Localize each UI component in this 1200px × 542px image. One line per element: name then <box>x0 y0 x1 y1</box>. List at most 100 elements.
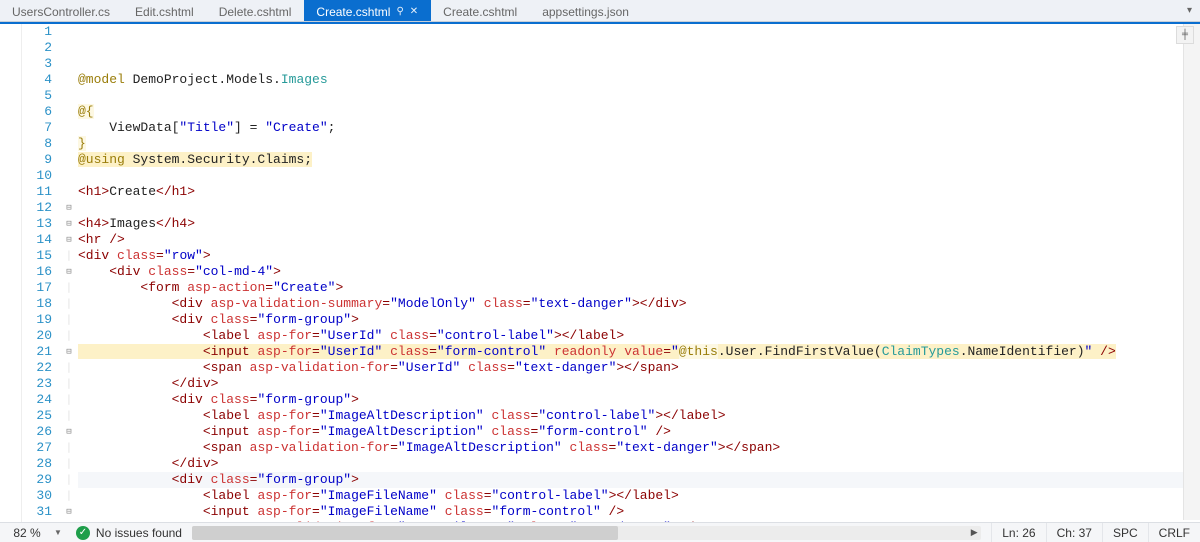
fold-gutter-cell[interactable]: │ <box>60 280 78 296</box>
line-number[interactable]: 21 <box>22 344 52 360</box>
code-line-7[interactable] <box>78 168 1200 184</box>
fold-gutter-cell[interactable]: ⊟ <box>60 424 78 440</box>
fold-gutter-cell[interactable] <box>60 88 78 104</box>
code-line-10[interactable]: <h4>Images</h4> <box>78 216 1200 232</box>
code-line-9[interactable] <box>78 200 1200 216</box>
code-line-14[interactable]: <form asp-action="Create"> <box>78 280 1200 296</box>
line-number[interactable]: 26 <box>22 424 52 440</box>
fold-gutter-cell[interactable] <box>60 184 78 200</box>
code-line-12[interactable]: <div class="row"> <box>78 248 1200 264</box>
line-number[interactable]: 23 <box>22 376 52 392</box>
code-line-16[interactable]: <div class="form-group"> <box>78 312 1200 328</box>
scroll-right-icon[interactable]: ▶ <box>967 526 981 540</box>
line-number[interactable]: 19 <box>22 312 52 328</box>
code-line-11[interactable]: <hr /> <box>78 232 1200 248</box>
code-line-8[interactable]: <h1>Create</h1> <box>78 184 1200 200</box>
fold-gutter-cell[interactable]: ⊟ <box>60 200 78 216</box>
issues-indicator[interactable]: ✓ No issues found <box>68 526 182 540</box>
code-line-3[interactable]: @{ <box>78 104 1200 120</box>
line-number[interactable]: 25 <box>22 408 52 424</box>
tab-userscontroller-cs-0[interactable]: UsersController.cs <box>0 0 123 21</box>
line-number[interactable]: 1 <box>22 24 52 40</box>
code-line-18[interactable]: <input asp-for="UserId" class="form-cont… <box>78 344 1200 360</box>
caret-char[interactable]: Ch: 37 <box>1046 523 1102 542</box>
pin-icon[interactable]: ⚲ <box>396 6 403 17</box>
code-area[interactable]: @model DemoProject.Models.Images @{ ViewD… <box>78 24 1200 522</box>
line-number[interactable]: 24 <box>22 392 52 408</box>
line-number[interactable]: 4 <box>22 72 52 88</box>
tab-appsettings-json-5[interactable]: appsettings.json <box>530 0 642 21</box>
line-number[interactable]: 11 <box>22 184 52 200</box>
code-line-15[interactable]: <div asp-validation-summary="ModelOnly" … <box>78 296 1200 312</box>
line-number[interactable]: 8 <box>22 136 52 152</box>
fold-gutter-cell[interactable] <box>60 136 78 152</box>
fold-gutter-cell[interactable] <box>60 168 78 184</box>
fold-gutter-cell[interactable]: │ <box>60 312 78 328</box>
fold-gutter-cell[interactable]: │ <box>60 360 78 376</box>
indent-mode[interactable]: SPC <box>1102 523 1148 542</box>
fold-gutter-cell[interactable] <box>60 40 78 56</box>
code-line-17[interactable]: <label asp-for="UserId" class="control-l… <box>78 328 1200 344</box>
line-number[interactable]: 15 <box>22 248 52 264</box>
code-line-19[interactable]: <span asp-validation-for="UserId" class=… <box>78 360 1200 376</box>
fold-gutter-cell[interactable]: │ <box>60 296 78 312</box>
line-number[interactable]: 29 <box>22 472 52 488</box>
line-number[interactable]: 14 <box>22 232 52 248</box>
line-number[interactable]: 9 <box>22 152 52 168</box>
code-line-1[interactable]: @model DemoProject.Models.Images <box>78 72 1200 88</box>
line-number[interactable]: 18 <box>22 296 52 312</box>
code-line-23[interactable]: <input asp-for="ImageAltDescription" cla… <box>78 424 1200 440</box>
fold-gutter-cell[interactable]: ⊟ <box>60 504 78 520</box>
line-number[interactable]: 12 <box>22 200 52 216</box>
vertical-scrollbar[interactable] <box>1183 24 1200 520</box>
line-number[interactable]: 31 <box>22 504 52 520</box>
code-line-25[interactable]: </div> <box>78 456 1200 472</box>
code-line-6[interactable]: @using System.Security.Claims; <box>78 152 1200 168</box>
line-number[interactable]: 10 <box>22 168 52 184</box>
fold-gutter-cell[interactable] <box>60 24 78 40</box>
line-number[interactable]: 28 <box>22 456 52 472</box>
horizontal-scrollbar[interactable]: ◀ ▶ <box>192 526 981 540</box>
code-line-4[interactable]: ViewData["Title"] = "Create"; <box>78 120 1200 136</box>
line-number[interactable]: 17 <box>22 280 52 296</box>
line-number[interactable]: 7 <box>22 120 52 136</box>
fold-gutter-cell[interactable]: ⊟ <box>60 264 78 280</box>
code-line-26[interactable]: <div class="form-group"> <box>78 472 1200 488</box>
line-number[interactable]: 2 <box>22 40 52 56</box>
fold-gutter-cell[interactable]: ⊟ <box>60 232 78 248</box>
fold-gutter-cell[interactable] <box>60 104 78 120</box>
scrollbar-thumb[interactable] <box>192 526 618 540</box>
code-line-5[interactable]: } <box>78 136 1200 152</box>
line-number[interactable]: 3 <box>22 56 52 72</box>
fold-gutter-cell[interactable]: │ <box>60 392 78 408</box>
tab-create-cshtml-3[interactable]: Create.cshtml⚲✕ <box>304 0 431 21</box>
fold-gutter-cell[interactable]: │ <box>60 328 78 344</box>
line-number[interactable]: 6 <box>22 104 52 120</box>
code-line-21[interactable]: <div class="form-group"> <box>78 392 1200 408</box>
line-number[interactable]: 27 <box>22 440 52 456</box>
line-ending[interactable]: CRLF <box>1148 523 1200 542</box>
code-line-28[interactable]: <input asp-for="ImageFileName" class="fo… <box>78 504 1200 520</box>
fold-gutter-cell[interactable] <box>60 152 78 168</box>
tab-delete-cshtml-2[interactable]: Delete.cshtml <box>207 0 305 21</box>
caret-line[interactable]: Ln: 26 <box>991 523 1045 542</box>
code-line-20[interactable]: </div> <box>78 376 1200 392</box>
fold-gutter-cell[interactable]: ⊟ <box>60 216 78 232</box>
line-number[interactable]: 5 <box>22 88 52 104</box>
line-number-gutter[interactable]: 1234567891011121314151617181920212223242… <box>22 24 60 522</box>
split-window-icon[interactable]: ╪ <box>1176 26 1194 44</box>
line-number[interactable]: 13 <box>22 216 52 232</box>
code-line-22[interactable]: <label asp-for="ImageAltDescription" cla… <box>78 408 1200 424</box>
tab-edit-cshtml-1[interactable]: Edit.cshtml <box>123 0 207 21</box>
code-line-27[interactable]: <label asp-for="ImageFileName" class="co… <box>78 488 1200 504</box>
fold-gutter-cell[interactable]: │ <box>60 488 78 504</box>
code-line-13[interactable]: <div class="col-md-4"> <box>78 264 1200 280</box>
fold-gutter-cell[interactable]: │ <box>60 408 78 424</box>
code-line-24[interactable]: <span asp-validation-for="ImageAltDescri… <box>78 440 1200 456</box>
line-number[interactable]: 16 <box>22 264 52 280</box>
line-number[interactable]: 30 <box>22 488 52 504</box>
fold-gutter-cell[interactable]: │ <box>60 248 78 264</box>
line-number[interactable]: 22 <box>22 360 52 376</box>
tab-overflow-icon[interactable]: ▾ <box>1187 5 1192 16</box>
fold-gutter-cell[interactable]: ⊟ <box>60 344 78 360</box>
